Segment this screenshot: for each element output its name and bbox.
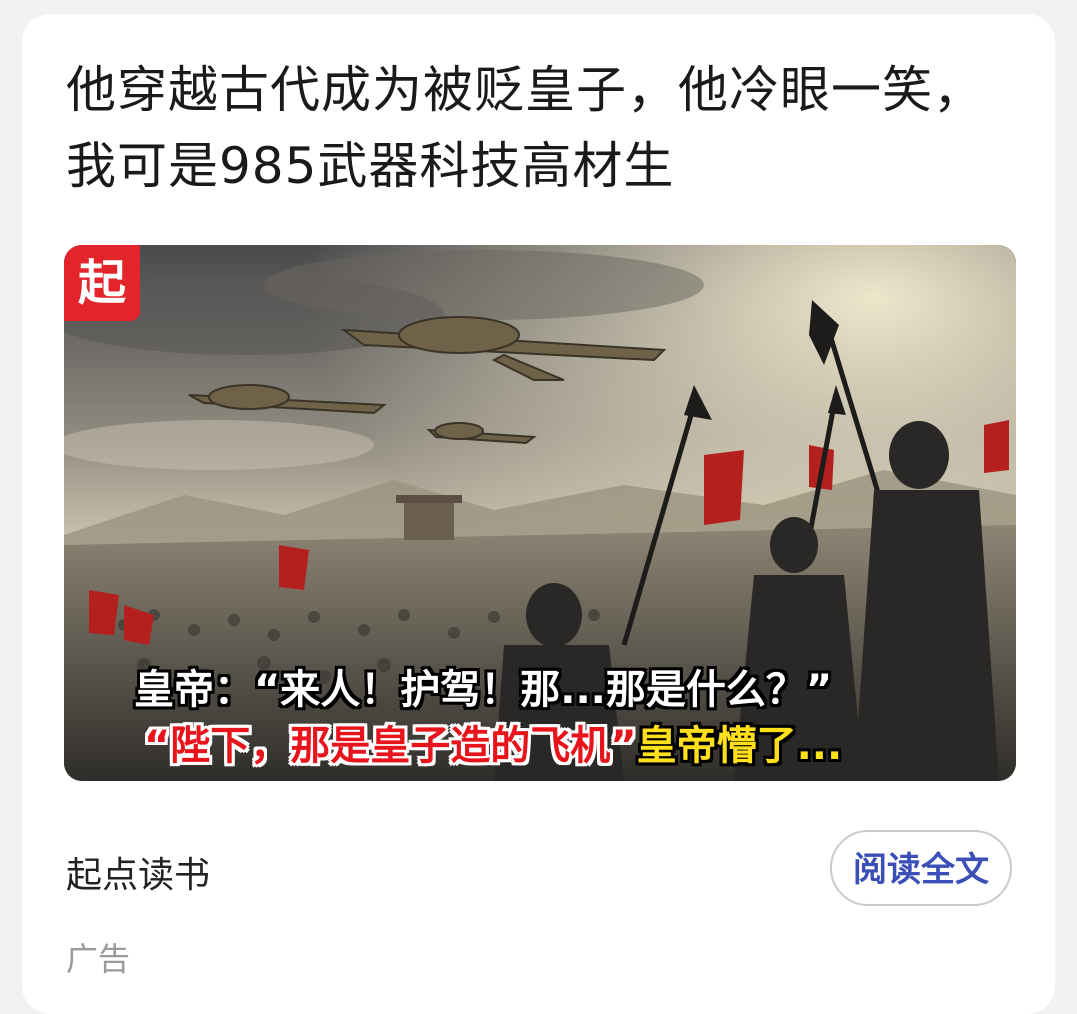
ad-label: 广告: [66, 940, 131, 978]
read-full-text-button[interactable]: 阅读全文: [830, 830, 1012, 906]
caption-line-1: 皇帝：“来人！护驾！那...那是什么？”: [134, 667, 833, 713]
caption-line-2-yellow: 皇帝懵了...: [636, 723, 843, 769]
hero-image[interactable]: 起 皇帝：“来人！护驾！那...那是什么？” “陛下，那是皇子造的飞机”皇帝懵了…: [64, 245, 1016, 781]
ad-card[interactable]: 他穿越古代成为被贬皇子，他冷眼一笑，我可是985武器科技高材生 起 皇帝：“来人…: [22, 14, 1055, 1014]
caption-line-2-red: “陛下，那是皇子造的飞机”: [144, 723, 637, 769]
source-name: 起点读书: [66, 855, 211, 896]
qidian-logo: 起: [64, 245, 140, 321]
caption-line-2: “陛下，那是皇子造的飞机”皇帝懵了...: [144, 713, 1004, 771]
headline[interactable]: 他穿越古代成为被贬皇子，他冷眼一笑，我可是985武器科技高材生: [66, 52, 1006, 204]
